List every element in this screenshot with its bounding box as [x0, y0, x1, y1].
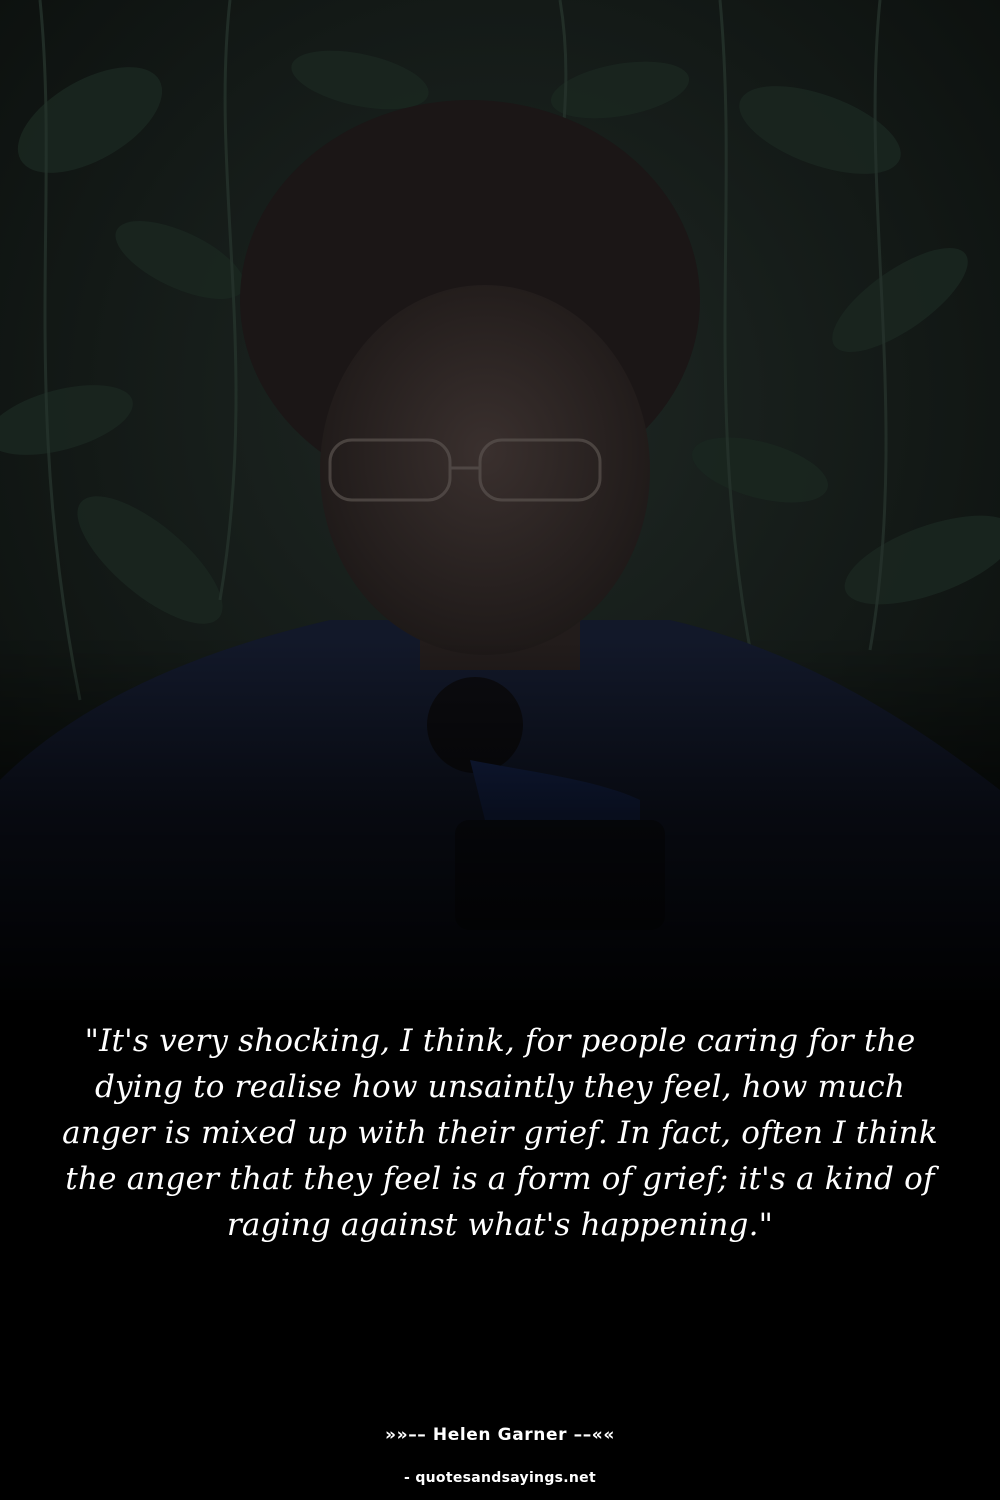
quote-card: "It's very shocking, I think, for people…	[0, 0, 1000, 1500]
bottom-fade-overlay	[0, 640, 1000, 1020]
source-watermark: - quotesandsayings.net	[404, 1470, 596, 1486]
quote-text: "It's very shocking, I think, for people…	[62, 1023, 938, 1243]
author-attribution: »»–– Helen Garner ––««	[385, 1425, 615, 1445]
